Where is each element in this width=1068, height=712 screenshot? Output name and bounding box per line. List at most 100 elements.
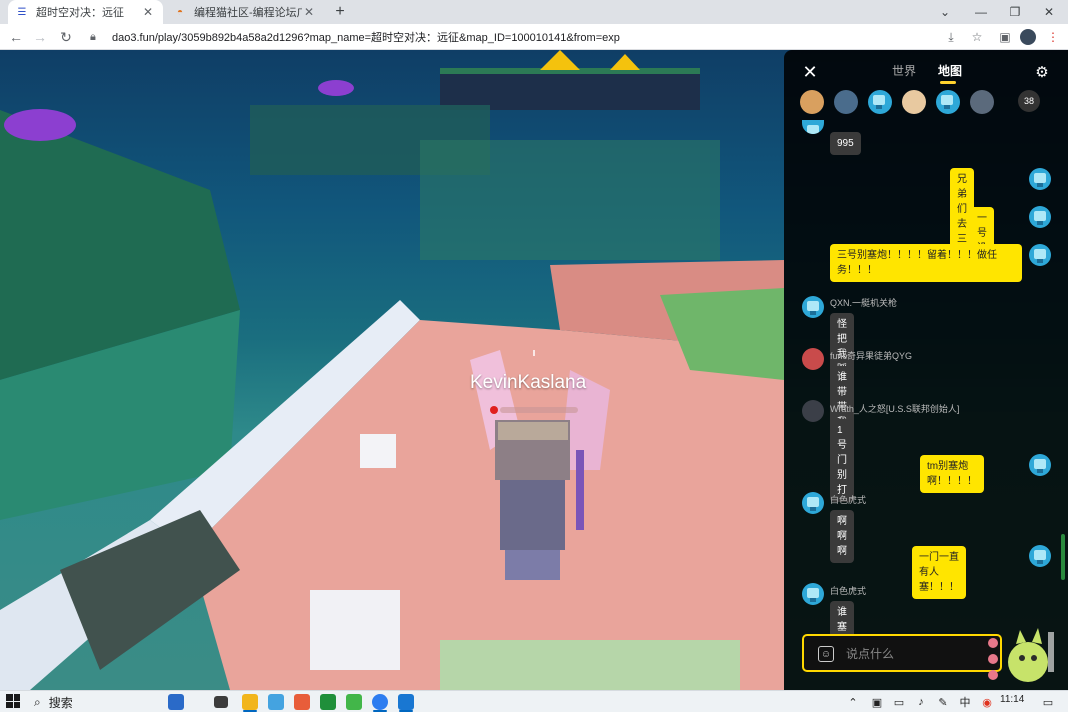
profile-avatar[interactable] (1020, 29, 1036, 45)
quick-action-icon[interactable] (988, 654, 998, 664)
pen-icon[interactable]: ✎ (936, 693, 950, 711)
message-bubble: 啊啊啊 (830, 510, 854, 563)
install-app-icon[interactable]: ⤓ (942, 28, 960, 46)
close-icon[interactable]: ✕ (141, 5, 155, 19)
app-icon[interactable] (398, 694, 414, 710)
file-explorer-icon[interactable] (242, 694, 258, 710)
restore-icon[interactable]: ❐ (998, 0, 1032, 24)
floating-island (440, 70, 700, 110)
volume-icon[interactable]: ♪ (914, 693, 928, 711)
store-icon[interactable] (268, 694, 284, 710)
lily-pads (420, 140, 720, 260)
battery-icon[interactable]: ▭ (892, 693, 906, 711)
message-bubble: tm别塞炮啊！！！！ (920, 455, 984, 493)
lock-icon: 🔒︎ (90, 30, 96, 43)
player-avatar[interactable] (834, 90, 858, 114)
reload-icon[interactable]: ↻ (56, 27, 76, 47)
gear-icon[interactable]: ⚙ (1032, 62, 1052, 82)
sender-name: func奇异果徒弟QYG (830, 351, 913, 361)
sender-avatar[interactable] (802, 348, 824, 370)
taskbar-clock[interactable]: 11:14 (1000, 694, 1024, 705)
quick-action-dots (988, 638, 1000, 686)
self-avatar[interactable] (1029, 454, 1051, 476)
sender-name: 白色虎式 (830, 495, 867, 505)
health-bar (500, 407, 578, 413)
mascot-dragon-icon[interactable] (1002, 622, 1056, 686)
quick-action-icon[interactable] (988, 670, 998, 680)
player-avatar[interactable] (970, 90, 994, 114)
message-bubble: 1号门别打 (830, 419, 854, 502)
app-icon[interactable] (346, 694, 362, 710)
tab-title: 编程猫社区-编程论坛广场-编 (194, 7, 302, 19)
windows-taskbar: ⌕ 搜索 ⌃ ▣ ▭ ♪ ✎ 中 ◉ 11:14 ▭ (0, 690, 1068, 712)
close-icon[interactable]: ✕ (800, 62, 820, 82)
self-avatar[interactable] (1029, 244, 1051, 266)
white-cube (310, 590, 400, 670)
quick-action-icon[interactable] (988, 638, 998, 648)
menu-kebab-icon[interactable]: ⋮ (1044, 28, 1062, 46)
sender-avatar[interactable] (802, 583, 824, 605)
tab-world[interactable]: 世界 (892, 62, 916, 79)
tab-current-game[interactable]: ☰ 超时空对决：远征 ✕ (8, 0, 163, 24)
self-avatar[interactable] (1029, 206, 1051, 228)
app-icon[interactable] (294, 694, 310, 710)
tab-list-chevron-down-icon[interactable]: ⌄ (928, 0, 962, 24)
game-scene (0, 50, 784, 690)
tab-forum[interactable]: ◓ 编程猫社区-编程论坛广场-编 ✕ (166, 0, 324, 24)
message-bubble: 一门一直有人塞！！！ (912, 546, 966, 599)
self-avatar[interactable] (1029, 545, 1051, 567)
player-nameplate: KevinKaslana (470, 372, 587, 393)
chevron-up-icon[interactable]: ⌃ (846, 693, 860, 711)
chrome-browser-icon[interactable] (372, 694, 388, 710)
tray-app-icon[interactable]: ◉ (980, 693, 994, 711)
tab-map[interactable]: 地图 (938, 62, 962, 79)
white-cube (360, 434, 396, 468)
sender-avatar[interactable] (802, 400, 824, 422)
search-label: 搜索 (48, 695, 73, 710)
tab-title: 超时空对决：远征 (36, 7, 124, 19)
player-avatar[interactable] (936, 90, 960, 114)
codemao-favicon-icon: ◓ (176, 6, 184, 18)
side-panel-icon[interactable]: ▣ (996, 28, 1014, 46)
player-avatar[interactable] (902, 90, 926, 114)
player-avatar[interactable] (800, 90, 824, 114)
address-bar[interactable]: 🔒︎ dao3.fun/play/3059b892b4a58a2d1296?ma… (84, 27, 928, 47)
ime-icon[interactable]: 中 (958, 693, 972, 711)
chat-message-input[interactable] (846, 644, 986, 664)
window-close-icon[interactable]: ✕ (1032, 0, 1066, 24)
close-icon[interactable]: ✕ (302, 5, 316, 19)
back-arrow-icon[interactable]: ← (6, 27, 26, 47)
character-sword (576, 450, 584, 530)
sender-avatar[interactable] (802, 296, 824, 318)
sender-avatar[interactable] (802, 492, 824, 514)
browser-tab-strip: ☰ 超时空对决：远征 ✕ ◓ 编程猫社区-编程论坛广场-编 ✕ + ⌄ — ❐ … (0, 0, 1068, 24)
crystal-decoration (610, 54, 640, 70)
forward-arrow-icon[interactable]: → (30, 27, 50, 47)
online-count-badge[interactable]: 38 (1018, 90, 1040, 112)
search-icon: ⌕ (34, 694, 41, 709)
notification-icon[interactable]: ▭ (1040, 693, 1056, 711)
minimize-icon[interactable]: — (964, 0, 998, 24)
tray-app-icon[interactable]: ▣ (870, 693, 884, 711)
windows-start-icon[interactable] (6, 694, 20, 708)
sender-name: QXN.一艇机关枪 (830, 298, 898, 308)
bookmark-star-icon[interactable]: ☆ (968, 28, 986, 46)
widget-icon[interactable] (168, 694, 184, 710)
chat-input-box: ☺ (802, 634, 1002, 672)
green-tile-floor (440, 640, 740, 690)
browser-toolbar: ← → ↻ 🔒︎ dao3.fun/play/3059b892b4a58a2d1… (0, 24, 1068, 50)
chat-panel: ✕ 世界 地图 ⚙ 38 995 兄弟们去三号 一号没了 三号别塞炮！！！！留着… (784, 50, 1068, 690)
url-text: dao3.fun/play/3059b892b4a58a2d1296?map_n… (112, 32, 620, 44)
health-dot-icon (490, 406, 498, 414)
task-view-icon[interactable] (214, 696, 228, 708)
player-avatar[interactable] (868, 90, 892, 114)
chat-scrollbar[interactable] (1061, 534, 1065, 580)
security-shield-icon[interactable] (320, 694, 336, 710)
message-bubble: 三号别塞炮！！！！留着！！！做任务！！！ (830, 244, 1022, 282)
character-body (500, 480, 565, 550)
character-legs (505, 550, 560, 580)
self-avatar[interactable] (1029, 168, 1051, 190)
new-tab-plus-icon[interactable]: + (330, 2, 350, 22)
sender-avatar[interactable] (802, 120, 824, 134)
emoji-icon[interactable]: ☺ (818, 646, 834, 662)
